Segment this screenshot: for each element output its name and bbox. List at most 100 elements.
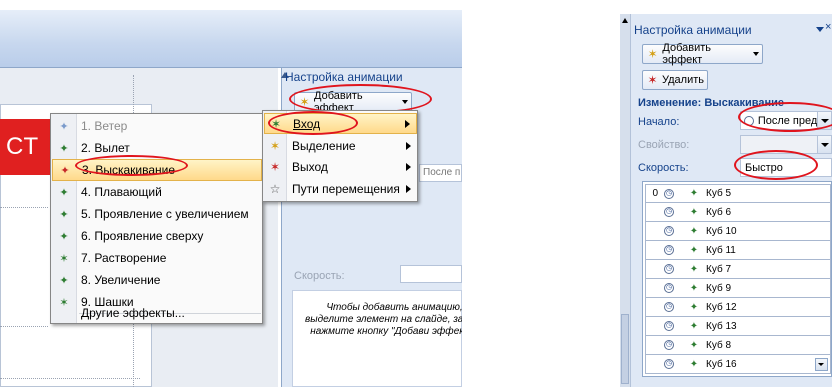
remove-effect-icon: ✶: [647, 73, 658, 87]
clock-icon: ◷: [664, 207, 674, 217]
ribbon: [0, 10, 462, 68]
effect-star-icon: ✦: [689, 320, 699, 332]
menu-item-entrance[interactable]: ✶ Вход: [264, 113, 417, 134]
clock-icon: [744, 115, 754, 126]
submenu-arrow-icon: [406, 184, 411, 193]
exit-star-icon: ✶: [269, 159, 281, 174]
menu-item-wind[interactable]: ✦ 1. Ветер: [52, 115, 262, 137]
menu-item-grow[interactable]: ✦ 8. Увеличение: [52, 269, 262, 291]
pane-title: Настройка анимации: [285, 70, 403, 84]
change-heading: Изменение: Выскакивание: [638, 97, 784, 109]
right-screenshot: Настройка анимации × ✶ Добавить эффект ✶…: [620, 0, 832, 387]
animation-list[interactable]: 0 ◷ ✦ Куб 5 ◷ ✦ Куб 6 ◷ ✦ Куб 10 ◷ ✦ Куб 11 ◷ ✦ Куб…: [642, 181, 832, 377]
submenu-arrow-icon: [406, 162, 411, 171]
menu-item-motion-paths[interactable]: ☆ Пути перемещения: [264, 178, 417, 199]
close-icon[interactable]: ×: [825, 21, 831, 33]
list-item[interactable]: ◷ ✦ Куб 12: [645, 298, 831, 317]
clock-icon: ◷: [664, 321, 674, 331]
submenu-arrow-icon: [405, 119, 410, 128]
dropdown-caret-icon: [402, 100, 408, 104]
add-effect-label: Добавить эффект: [662, 42, 712, 66]
list-item[interactable]: ◷ ✦ Куб 9: [645, 279, 831, 298]
placeholder-guide: [133, 75, 134, 115]
slide-title-text: СТ: [6, 133, 40, 160]
item-dropdown-icon[interactable]: [815, 357, 828, 371]
add-effect-menu: ✶ Вход ✶ Выделение ✶ Выход ☆ Пути перемещени…: [262, 110, 418, 202]
clock-icon: ◷: [664, 264, 674, 274]
effect-star-icon: ✶: [59, 252, 69, 265]
start-label: Начало:: [638, 116, 680, 128]
speed-label: Скорость:: [294, 270, 345, 282]
menu-item-zoom-fade[interactable]: ✦ 5. Проявление с увеличением: [52, 203, 262, 225]
menu-item-emphasis[interactable]: ✶ Выделение: [264, 135, 417, 156]
effect-star-icon: ✦: [59, 208, 69, 221]
list-item[interactable]: ◷ ✦ Куб 16: [645, 355, 831, 374]
list-item[interactable]: ◷ ✦ Куб 8: [645, 336, 831, 355]
scroll-up-icon[interactable]: [622, 18, 628, 23]
dropdown-arrow-icon: [817, 136, 831, 153]
pane-title: Настройка анимации: [634, 23, 752, 37]
property-label: Свойство:: [638, 139, 690, 151]
clock-icon: ◷: [664, 188, 674, 199]
list-item[interactable]: ◷ ✦ Куб 13: [645, 317, 831, 336]
scroll-thumb[interactable]: [621, 314, 629, 384]
entrance-star-icon: ✶: [270, 116, 282, 131]
dropdown-caret-icon: [753, 52, 759, 56]
placeholder-guide: [0, 378, 140, 379]
placeholder-guide: [0, 207, 48, 208]
add-effect-button[interactable]: ✶ Добавить эффект: [294, 90, 412, 114]
menu-item-dissolve[interactable]: ✶ 7. Растворение: [52, 247, 262, 269]
property-select: [740, 135, 832, 154]
add-effect-star-icon: ✶: [299, 95, 310, 109]
effect-star-icon: ✦: [689, 225, 699, 237]
effect-star-icon: ✦: [60, 164, 70, 177]
effect-star-icon: ✦: [689, 301, 699, 313]
speed-select[interactable]: Быстро: [740, 158, 832, 177]
list-item[interactable]: ◷ ✦ Куб 7: [645, 260, 831, 279]
menu-item-fade-top[interactable]: ✦ 6. Проявление сверху: [52, 225, 262, 247]
effect-star-icon: ✦: [689, 358, 699, 370]
effect-star-icon: ✦: [689, 282, 699, 294]
emphasis-star-icon: ✶: [269, 138, 281, 153]
start-field[interactable]: После п: [419, 164, 462, 182]
menu-item-exit[interactable]: ✶ Выход: [264, 156, 417, 177]
entrance-effects-submenu: ✦ 1. Ветер ✦ 2. Вылет ✦ 3. Выскакивание ✦ 4.…: [50, 113, 263, 324]
remove-label: Удалить: [662, 74, 704, 86]
list-item[interactable]: 0 ◷ ✦ Куб 5: [645, 184, 831, 203]
menu-item-pop[interactable]: ✦ 3. Выскакивание: [52, 159, 262, 181]
effect-star-icon: ✦: [59, 274, 69, 287]
list-item[interactable]: ◷ ✦ Куб 6: [645, 203, 831, 222]
clock-icon: ◷: [664, 302, 674, 312]
clock-icon: ◷: [664, 340, 674, 350]
effect-star-icon: ✦: [59, 186, 69, 199]
menu-item-more-effects[interactable]: Другие эффекты...: [52, 303, 262, 323]
add-effect-button[interactable]: ✶ Добавить эффект: [642, 42, 763, 66]
effect-star-icon: ✦: [689, 263, 699, 275]
pane-menu-chevron-icon[interactable]: [816, 27, 824, 32]
submenu-arrow-icon: [406, 141, 411, 150]
start-select[interactable]: После пред: [740, 111, 832, 130]
motion-path-star-icon: ☆: [269, 181, 281, 196]
empty-list-hint: Чтобы добавить анимацию, выделите элемен…: [304, 302, 462, 337]
dropdown-arrow-icon[interactable]: [817, 112, 831, 129]
effect-star-icon: ✦: [689, 244, 699, 256]
menu-item-float[interactable]: ✦ 4. Плавающий: [52, 181, 262, 203]
effect-star-icon: ✦: [59, 142, 69, 155]
list-item[interactable]: ◷ ✦ Куб 10: [645, 222, 831, 241]
effect-star-icon: ✦: [689, 188, 699, 199]
placeholder-guide: [0, 326, 48, 327]
clock-icon: ◷: [664, 359, 674, 369]
clock-icon: ◷: [664, 283, 674, 293]
list-item[interactable]: ◷ ✦ Куб 11: [645, 241, 831, 260]
menu-item-fly-in[interactable]: ✦ 2. Вылет: [52, 137, 262, 159]
effect-star-icon: ✦: [59, 230, 69, 243]
effect-star-icon: ✦: [689, 339, 699, 351]
speed-field[interactable]: [400, 265, 462, 283]
clock-icon: ◷: [664, 226, 674, 236]
effect-star-icon: ✦: [59, 120, 69, 133]
add-effect-star-icon: ✶: [647, 47, 658, 61]
remove-button[interactable]: ✶ Удалить: [642, 70, 708, 90]
pane-scrollbar[interactable]: [620, 14, 631, 387]
left-screenshot: СТ Настройка анимации ✶ Добавить эффект …: [0, 0, 462, 387]
clock-icon: ◷: [664, 245, 674, 255]
